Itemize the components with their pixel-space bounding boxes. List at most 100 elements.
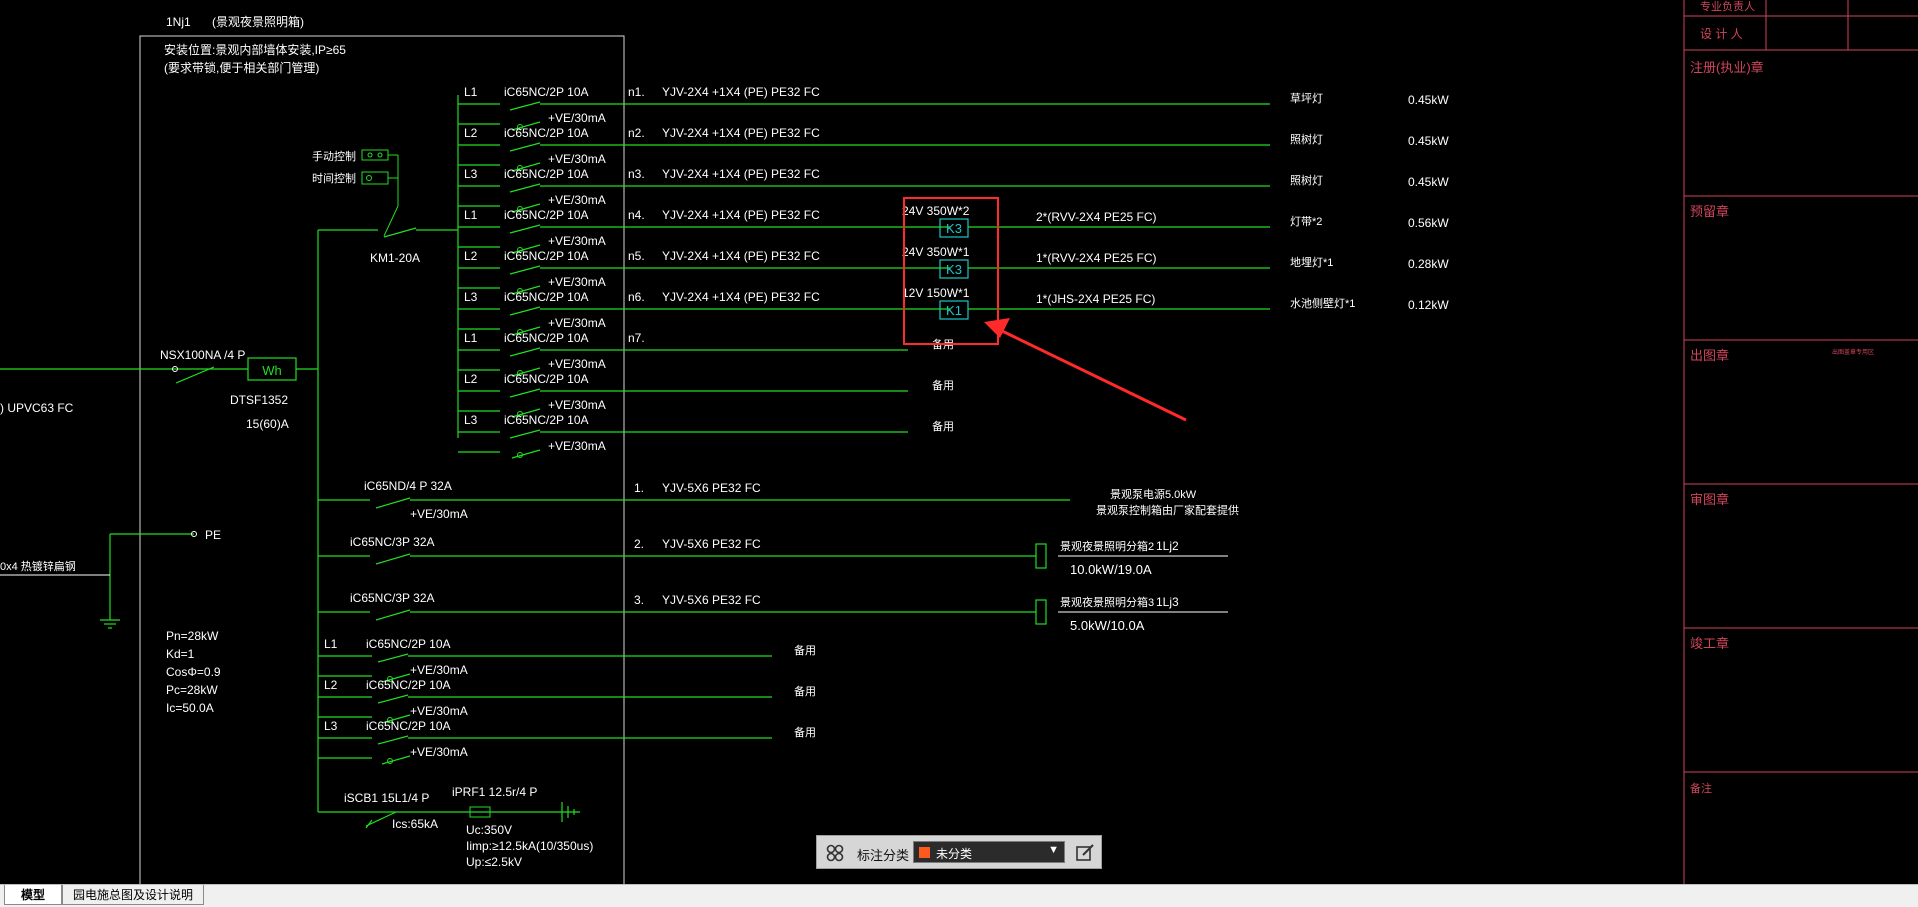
transformer-label: K1	[946, 303, 962, 318]
sub-panel-symbol	[1035, 543, 1047, 569]
transformer-label: K3	[946, 221, 962, 236]
transformer-rating: 24V 350W*1	[902, 245, 970, 259]
manual-switch-dot-1	[367, 152, 373, 158]
spare-rcd-label: +VE/30mA	[410, 663, 468, 677]
load-parameter-line: Pc=28kW	[166, 683, 218, 697]
pe-label: PE	[205, 528, 221, 542]
circuit-breaker-label: iC65NC/2P 10A	[504, 372, 589, 386]
incoming-conduit-label: ) UPVC63 FC	[0, 401, 74, 415]
circuit-number: n7.	[628, 331, 645, 345]
spd-uc: Uc:350V	[466, 823, 512, 837]
feeder-number: 1.	[634, 481, 644, 495]
circuit-power-label: 0.45kW	[1408, 175, 1449, 189]
feeder-load-note: 景观泵控制箱由厂家配套提供	[1096, 503, 1239, 517]
circuit-breaker-label: iC65NC/2P 10A	[504, 208, 589, 222]
circuit-phase: L1	[464, 331, 478, 345]
circuit-load-label: 水池侧壁灯*1	[1290, 296, 1355, 310]
spare-breaker-label: iC65NC/2P 10A	[366, 719, 451, 733]
cad-drawing-canvas[interactable]: 1Nj1 (景观夜景照明箱) 安装位置:景观内部墙体安装,IP≥65 (要求带锁…	[0, 0, 1918, 884]
circuit-breaker-label: iC65NC/2P 10A	[504, 126, 589, 140]
sub-panel-rating: 10.0kW/19.0A	[1070, 562, 1152, 577]
circuit-rcd-label: +VE/30mA	[548, 316, 606, 330]
spare-phase: L3	[324, 719, 338, 733]
feeder-circuits: iC65ND/4 P 32A +VE/30mA 1. YJV-5X6 PE32 FC 景…	[318, 479, 1239, 633]
circuit-breaker-label: iC65NC/2P 10A	[504, 167, 589, 181]
feeder-breaker-blade	[375, 609, 411, 621]
circuit-power-label: 0.56kW	[1408, 216, 1449, 230]
spare-circuits: L1 iC65NC/2P 10A+VE/30mA备用L2 iC65NC/2P 10A…	[318, 637, 816, 765]
iprf-label: iPRF1 12.5r/4 P	[452, 785, 537, 799]
contactor-label: KM1-20A	[370, 251, 420, 265]
load-parameter-line: CosΦ=0.9	[166, 665, 221, 679]
manual-control-label: 手动控制	[312, 149, 356, 163]
circuit-breaker-blade	[509, 183, 541, 193]
circuit-power-label: 0.28kW	[1408, 257, 1449, 271]
titleblock-issue-seal: 出图章	[1690, 348, 1729, 363]
spare-load-label: 备用	[794, 643, 816, 657]
feeder-load-label: 景观泵电源5.0kW	[1110, 487, 1197, 501]
circuit-rcd-label: +VE/30mA	[548, 193, 606, 207]
circuit-number: n2.	[628, 126, 645, 140]
circuit-breaker-label: iC65NC/2P 10A	[504, 249, 589, 263]
iscb-ics-label: Ics:65kA	[392, 817, 438, 831]
circuit-breaker-blade	[509, 347, 541, 357]
highlight-arrow-head	[984, 318, 1010, 338]
tab-layout-general-plan[interactable]: 园电施总图及设计说明	[62, 885, 205, 905]
feeder-load-label: 景观夜景照明分箱2	[1060, 539, 1154, 553]
load-parameter-line: Pn=28kW	[166, 629, 219, 643]
edit-icon[interactable]	[1075, 843, 1095, 863]
circuit-load-label: 备用	[932, 419, 954, 433]
circuit-breaker-label: iC65NC/2P 10A	[504, 85, 589, 99]
circuit-phase: L2	[464, 372, 478, 386]
branch-cable-label: 1*(JHS-2X4 PE25 FC)	[1036, 292, 1155, 306]
spare-rcd-label: +VE/30mA	[410, 745, 468, 759]
titleblock-remarks: 备注	[1690, 781, 1712, 795]
spare-breaker-blade	[377, 735, 409, 745]
load-parameters: Pn=28kW Kd=1 CosΦ=0.9 Pc=28kW Ic=50.0A	[166, 629, 221, 715]
titleblock-registered-seal: 注册(执业)章	[1690, 60, 1764, 75]
highlight-arrow-shaft	[999, 328, 1187, 422]
feeder-number: 3.	[634, 593, 644, 607]
circuit-rcd-label: +VE/30mA	[548, 275, 606, 289]
sub-panel-symbol	[1035, 599, 1047, 625]
circuit-load-label: 草坪灯	[1290, 92, 1323, 105]
tab-model[interactable]: 模型	[4, 885, 62, 905]
circuit-number: n1.	[628, 85, 645, 99]
circuit-rcd-label: +VE/30mA	[548, 152, 606, 166]
box-name: (景观夜景照明箱)	[212, 14, 304, 29]
circuit-breaker-blade	[509, 265, 541, 275]
circuit-phase: L1	[464, 85, 478, 99]
transformer-rating: 24V 350W*2	[902, 204, 970, 218]
spare-rcd-blade	[381, 755, 411, 765]
circuit-breaker-blade	[509, 224, 541, 234]
timer-control-label: 时间控制	[312, 171, 356, 185]
spare-breaker-blade	[377, 653, 409, 663]
spare-load-label: 备用	[794, 725, 816, 739]
circuit-rcd-label: +VE/30mA	[548, 398, 606, 412]
annotation-category-select[interactable]: 未分类 ▼	[913, 841, 1065, 863]
circuit-rcd-blade	[511, 449, 541, 459]
feeder-breaker-label: iC65NC/3P 32A	[350, 535, 435, 549]
circuit-cable-label: YJV-2X4 +1X4 (PE) PE32 FC	[662, 290, 820, 304]
feeder-breaker-blade	[375, 497, 411, 509]
circuit-power-label: 0.12kW	[1408, 298, 1449, 312]
circuit-phase: L2	[464, 249, 478, 263]
manual-switch-dot-2	[377, 152, 383, 158]
titleblock-tiny-note: 出图盖章专用区	[1832, 348, 1874, 356]
circuit-rcd-label: +VE/30mA	[548, 234, 606, 248]
circuit-cable-label: YJV-2X4 +1X4 (PE) PE32 FC	[662, 85, 820, 99]
circuit-cable-label: YJV-2X4 +1X4 (PE) PE32 FC	[662, 126, 820, 140]
spd-up: Up:≤2.5kV	[466, 855, 522, 869]
circuit-rcd-label: +VE/30mA	[548, 111, 606, 125]
circuit-breaker-label: iC65NC/2P 10A	[504, 413, 589, 427]
spare-phase: L2	[324, 678, 338, 692]
circuit-breaker-label: iC65NC/2P 10A	[504, 290, 589, 304]
circuit-load-label: 地埋灯*1	[1290, 256, 1333, 269]
feeder-breaker-blade	[375, 553, 411, 565]
feeder-cable-label: YJV-5X6 PE32 FC	[662, 537, 761, 551]
feeder-cable-label: YJV-5X6 PE32 FC	[662, 481, 761, 495]
meter-symbol-text: Wh	[262, 363, 282, 378]
grid-view-icon[interactable]	[825, 843, 845, 863]
timer-switch-dot	[366, 175, 372, 181]
circuit-breaker-blade	[509, 101, 541, 111]
